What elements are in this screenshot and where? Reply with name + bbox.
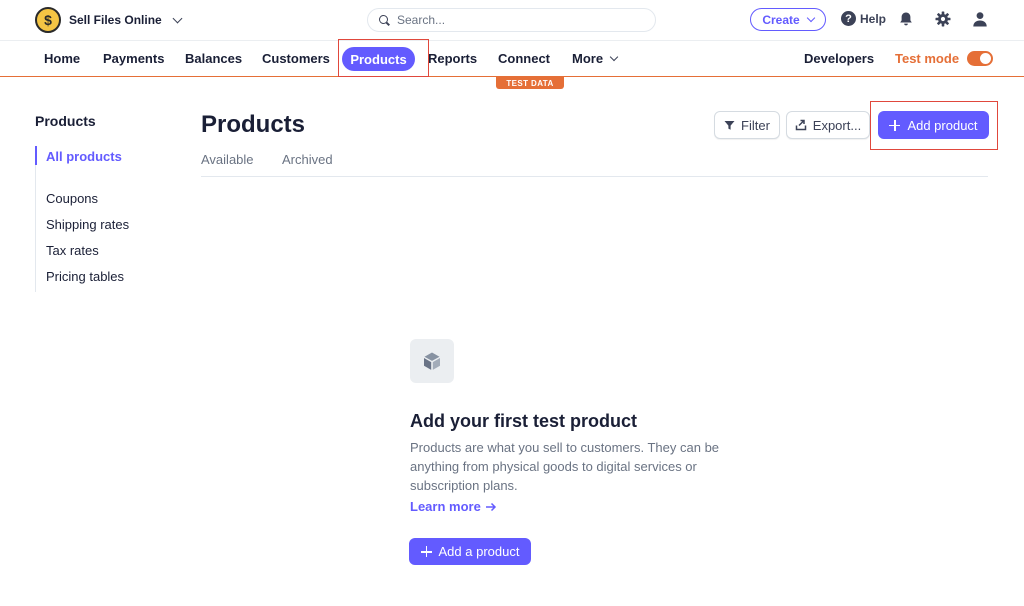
sidebar-active-indicator — [35, 146, 37, 165]
main-nav: Home Payments Balances Customers Product… — [0, 40, 1024, 77]
tab-available[interactable]: Available — [201, 152, 254, 167]
sidebar-item-pricing-tables[interactable]: Pricing tables — [46, 269, 124, 284]
chevron-down-icon — [806, 13, 815, 22]
export-label: Export... — [812, 117, 862, 133]
plus-icon — [889, 119, 901, 131]
chevron-down-icon — [172, 13, 183, 23]
box-icon — [424, 352, 440, 370]
add-product-label: Add product — [907, 117, 978, 133]
sidebar-item-tax-rates[interactable]: Tax rates — [46, 243, 99, 258]
export-icon — [795, 119, 807, 131]
account-logo-icon: $ — [35, 7, 61, 33]
page-title: Products — [201, 111, 306, 138]
notifications-bell-icon[interactable] — [897, 10, 915, 28]
learn-more-link[interactable]: Learn more — [410, 499, 497, 514]
filter-label: Filter — [741, 117, 770, 133]
nav-item-more[interactable]: More — [572, 51, 619, 66]
create-button[interactable]: Create — [750, 8, 826, 31]
learn-more-label: Learn more — [410, 499, 481, 514]
nav-item-home[interactable]: Home — [44, 51, 80, 66]
test-mode-label: Test mode — [895, 51, 960, 66]
search-input[interactable] — [397, 13, 637, 27]
help-label: Help — [860, 11, 887, 26]
sidebar-item-all-products[interactable]: All products — [46, 149, 122, 164]
nav-item-developers[interactable]: Developers — [804, 51, 874, 66]
test-mode-toggle[interactable]: Test mode — [895, 51, 994, 66]
help-button[interactable]: ? Help — [841, 11, 886, 26]
plus-icon — [420, 546, 432, 557]
top-bar: $ Sell Files Online Create ? Help — [0, 0, 1024, 40]
search-icon — [379, 14, 390, 26]
empty-state-icon-tile — [410, 339, 454, 383]
nav-item-balances[interactable]: Balances — [185, 51, 242, 66]
add-product-button[interactable]: Add product — [878, 111, 989, 139]
nav-item-products[interactable]: Products — [342, 47, 415, 71]
search-bar[interactable] — [367, 8, 656, 32]
add-a-product-button[interactable]: Add a product — [409, 538, 531, 565]
nav-item-connect[interactable]: Connect — [498, 51, 550, 66]
export-button[interactable]: Export... — [786, 111, 870, 139]
settings-gear-icon[interactable] — [934, 10, 952, 28]
create-button-label: Create — [762, 12, 800, 27]
nav-more-label: More — [572, 51, 604, 66]
user-profile-icon[interactable] — [971, 10, 989, 28]
empty-state-title: Add your first test product — [410, 411, 638, 431]
help-icon: ? — [841, 11, 856, 26]
tabs-divider — [201, 176, 988, 177]
tab-archived[interactable]: Archived — [282, 152, 333, 167]
sidebar-title: Products — [35, 113, 96, 129]
empty-state-description: Products are what you sell to customers.… — [410, 440, 720, 493]
sidebar-rail — [35, 146, 36, 292]
account-switcher[interactable]: $ Sell Files Online — [35, 7, 183, 33]
nav-item-reports[interactable]: Reports — [428, 51, 477, 66]
filter-button[interactable]: Filter — [714, 111, 780, 139]
arrow-right-icon — [485, 502, 496, 511]
account-name: Sell Files Online — [69, 13, 162, 27]
sidebar-item-coupons[interactable]: Coupons — [46, 191, 98, 206]
toggle-switch[interactable] — [967, 51, 994, 66]
nav-item-payments[interactable]: Payments — [103, 51, 164, 66]
filter-icon — [724, 120, 735, 130]
sidebar-item-shipping-rates[interactable]: Shipping rates — [46, 217, 129, 232]
test-data-badge: TEST DATA — [496, 77, 564, 89]
nav-item-customers[interactable]: Customers — [262, 51, 330, 66]
add-a-product-label: Add a product — [438, 544, 520, 559]
chevron-down-icon — [609, 52, 619, 61]
